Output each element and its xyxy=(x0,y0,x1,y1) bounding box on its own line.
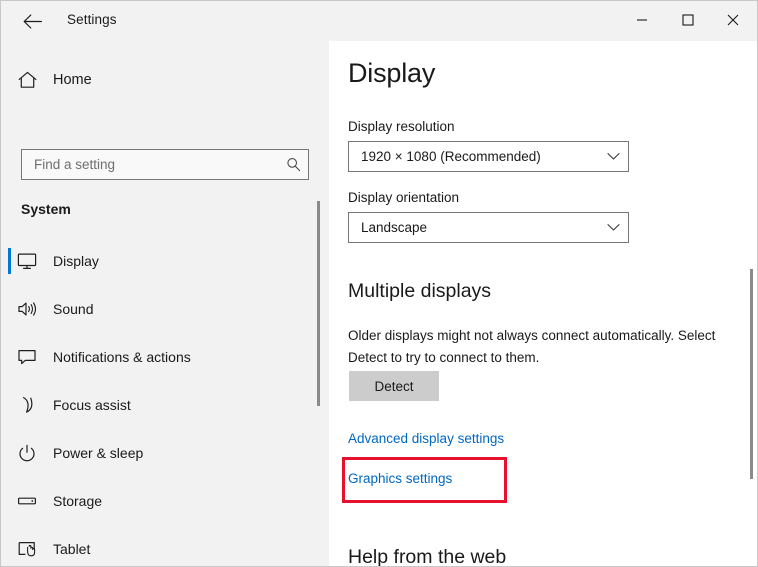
sidebar-item-notifications-label: Notifications & actions xyxy=(53,349,191,365)
minimize-button[interactable] xyxy=(619,1,664,39)
sidebar-item-sound-label: Sound xyxy=(53,301,94,317)
display-orientation-value: Landscape xyxy=(361,220,428,235)
sidebar-item-storage-label: Storage xyxy=(53,493,103,509)
maximize-button[interactable] xyxy=(665,1,710,39)
sidebar-item-tablet-label: Tablet xyxy=(53,541,91,557)
sidebar-section-title: System xyxy=(21,201,71,217)
advanced-display-settings-link[interactable]: Advanced display settings xyxy=(348,431,504,446)
sidebar-item-display-label: Display xyxy=(53,253,99,269)
search-input[interactable] xyxy=(22,157,278,172)
settings-window: Settings Home Find a setting System Disp… xyxy=(0,0,758,567)
sidebar-item-power-sleep[interactable]: Power & sleep xyxy=(1,429,313,477)
display-resolution-value: 1920 × 1080 (Recommended) xyxy=(361,149,541,164)
back-arrow-icon[interactable] xyxy=(19,9,45,33)
chevron-down-icon xyxy=(598,223,628,232)
graphics-settings-link[interactable]: Graphics settings xyxy=(348,471,452,486)
selection-indicator xyxy=(8,536,11,562)
selection-indicator xyxy=(8,488,11,514)
title-bar: Settings xyxy=(1,1,757,41)
multiple-displays-description: Older displays might not always connect … xyxy=(348,328,716,365)
search-icon xyxy=(278,157,308,172)
sidebar-item-storage[interactable]: Storage xyxy=(1,477,313,525)
sidebar-item-tablet[interactable]: Tablet xyxy=(1,525,313,566)
sidebar-nav-list: Display Sound Notifications & actions Fo… xyxy=(1,237,313,566)
selection-indicator xyxy=(8,440,11,466)
sidebar-item-display[interactable]: Display xyxy=(1,237,313,285)
multiple-displays-heading: Multiple displays xyxy=(348,280,492,302)
close-button[interactable] xyxy=(710,1,755,39)
display-orientation-label: Display orientation xyxy=(348,190,460,205)
detect-button[interactable]: Detect xyxy=(349,371,439,401)
display-resolution-dropdown[interactable]: 1920 × 1080 (Recommended) xyxy=(348,141,629,172)
display-resolution-label: Display resolution xyxy=(348,119,455,134)
page-title: Display xyxy=(348,58,436,88)
sidebar-scrollbar-thumb[interactable] xyxy=(317,201,320,406)
sidebar-item-sound[interactable]: Sound xyxy=(1,285,313,333)
sidebar-item-home-label: Home xyxy=(53,72,92,88)
selection-indicator xyxy=(8,392,11,418)
sidebar-item-home[interactable]: Home xyxy=(1,63,311,97)
app-title: Settings xyxy=(67,12,117,27)
selection-indicator xyxy=(8,296,11,322)
sidebar: Home System xyxy=(1,41,329,566)
selection-indicator xyxy=(8,248,11,274)
sidebar-item-focus-assist-label: Focus assist xyxy=(53,397,131,413)
display-orientation-dropdown[interactable]: Landscape xyxy=(348,212,629,243)
search-box[interactable] xyxy=(21,149,309,180)
home-icon xyxy=(1,71,53,89)
content-scrollbar-thumb[interactable] xyxy=(750,269,753,479)
sidebar-item-notifications[interactable]: Notifications & actions xyxy=(1,333,313,381)
sidebar-item-power-sleep-label: Power & sleep xyxy=(53,445,144,461)
chevron-down-icon xyxy=(598,152,628,161)
content-pane: Display Display resolution 1920 × 1080 (… xyxy=(329,41,757,567)
sidebar-item-focus-assist[interactable]: Focus assist xyxy=(1,381,313,429)
selection-indicator xyxy=(8,344,11,370)
help-from-web-heading: Help from the web xyxy=(348,546,507,567)
